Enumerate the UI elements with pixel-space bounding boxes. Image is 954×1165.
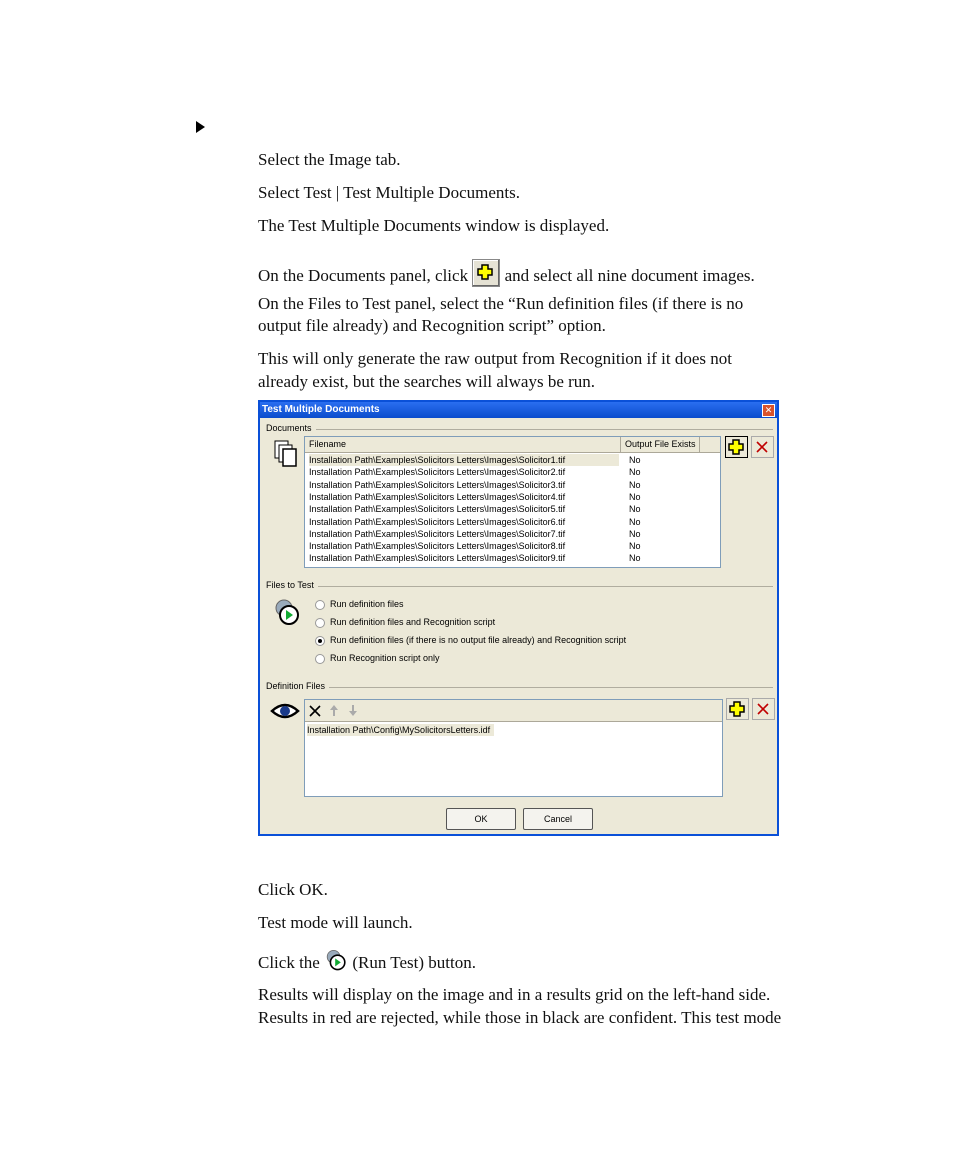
close-button[interactable]: ✕ bbox=[762, 404, 775, 417]
option-radio[interactable] bbox=[315, 600, 325, 610]
documents-list[interactable]: Filename Output File Exists Installation… bbox=[304, 436, 721, 568]
option-radio[interactable] bbox=[315, 654, 325, 664]
add-button-image bbox=[472, 259, 501, 287]
procedure-arrow-icon bbox=[196, 121, 205, 133]
delete-icon bbox=[756, 441, 768, 453]
column-output-file-exists[interactable]: Output File Exists bbox=[621, 437, 700, 452]
output-exists-cell: No bbox=[629, 491, 641, 502]
list-header: Filename Output File Exists bbox=[305, 437, 720, 453]
step-text: The Test Multiple Documents window is di… bbox=[258, 216, 610, 235]
documents-group: Documents bbox=[266, 423, 773, 433]
files-to-test-label: Files to Test bbox=[266, 580, 318, 590]
add-definition-button[interactable] bbox=[726, 698, 749, 720]
filename-cell: Installation Path\Examples\Solicitors Le… bbox=[309, 516, 566, 527]
step-text: Select the Image tab. bbox=[258, 150, 401, 169]
step-text: output file already) and Recognition scr… bbox=[258, 316, 606, 335]
output-exists-cell: No bbox=[629, 516, 641, 527]
run-test-icon bbox=[275, 599, 299, 625]
option-label[interactable]: Run definition files (if there is no out… bbox=[330, 635, 626, 645]
documents-label: Documents bbox=[266, 423, 316, 433]
step-text-part: On the Documents panel, click bbox=[258, 266, 469, 285]
output-exists-cell: No bbox=[629, 504, 641, 515]
table-row[interactable]: Installation Path\Examples\Solicitors Le… bbox=[309, 516, 641, 528]
step-text: Results will display on the image and in… bbox=[258, 985, 771, 1004]
step-text-part: Click the bbox=[258, 953, 320, 972]
documents-icon bbox=[274, 440, 297, 467]
step-text: Click OK. bbox=[258, 880, 328, 899]
step-text-part: and select all nine document images. bbox=[504, 266, 755, 285]
document-page: Select the Image tab. Select Test | Test… bbox=[0, 0, 954, 1165]
remove-definition-button[interactable] bbox=[752, 698, 775, 720]
dialog-title: Test Multiple Documents bbox=[260, 402, 777, 418]
run-test-icon bbox=[326, 950, 346, 971]
filename-cell: Installation Path\Examples\Solicitors Le… bbox=[309, 528, 566, 539]
delete-icon bbox=[757, 703, 769, 715]
plus-icon bbox=[477, 264, 494, 280]
move-up-icon[interactable] bbox=[329, 704, 339, 717]
step-text-part: (Run Test) button. bbox=[352, 953, 476, 972]
option-radio[interactable] bbox=[315, 636, 325, 646]
table-row[interactable]: Installation Path\Examples\Solicitors Le… bbox=[309, 454, 641, 466]
option-label[interactable]: Run definition files bbox=[330, 599, 404, 609]
output-exists-cell: No bbox=[629, 528, 641, 539]
output-exists-cell: No bbox=[629, 479, 641, 490]
output-exists-cell: No bbox=[629, 541, 641, 552]
plus-icon bbox=[729, 701, 745, 717]
output-exists-cell: No bbox=[629, 467, 641, 478]
filename-cell: Installation Path\Examples\Solicitors Le… bbox=[309, 479, 566, 490]
definition-toolbar bbox=[305, 700, 722, 722]
option-label[interactable]: Run Recognition script only bbox=[330, 653, 440, 663]
step-text: On the Files to Test panel, select the “… bbox=[258, 294, 744, 313]
table-row[interactable]: Installation Path\Examples\Solicitors Le… bbox=[309, 503, 641, 515]
step-text: On the Documents panel, click and select… bbox=[258, 259, 755, 287]
move-down-icon[interactable] bbox=[348, 704, 358, 717]
step-text: This will only generate the raw output f… bbox=[258, 349, 733, 368]
filename-cell: Installation Path\Examples\Solicitors Le… bbox=[309, 491, 566, 502]
remove-document-button[interactable] bbox=[751, 436, 774, 458]
cancel-button[interactable]: Cancel bbox=[523, 808, 593, 830]
step-text: Results in red are rejected, while those… bbox=[258, 1008, 782, 1027]
table-row[interactable]: Installation Path\Examples\Solicitors Le… bbox=[309, 466, 641, 478]
add-document-button[interactable] bbox=[725, 436, 748, 458]
eye-icon bbox=[270, 703, 300, 719]
remove-icon[interactable] bbox=[309, 705, 321, 717]
plus-icon bbox=[728, 439, 744, 455]
step-text: Click the (Run Test) button. bbox=[258, 948, 476, 974]
column-filename[interactable]: Filename bbox=[305, 437, 621, 452]
step-text: Select Test | Test Multiple Documents. bbox=[258, 183, 520, 202]
output-exists-cell: No bbox=[629, 455, 641, 465]
table-row[interactable]: Installation Path\Examples\Solicitors Le… bbox=[309, 540, 641, 552]
option-label[interactable]: Run definition files and Recognition scr… bbox=[330, 617, 495, 627]
filename-cell: Installation Path\Examples\Solicitors Le… bbox=[309, 553, 566, 564]
definition-files-list[interactable]: Installation Path\Config\MySolicitorsLet… bbox=[304, 699, 723, 797]
definition-file-item[interactable]: Installation Path\Config\MySolicitorsLet… bbox=[307, 724, 495, 736]
table-row[interactable]: Installation Path\Examples\Solicitors Le… bbox=[309, 552, 641, 564]
definition-files-group: Definition Files bbox=[266, 681, 773, 691]
option-radio[interactable] bbox=[315, 618, 325, 628]
filename-cell: Installation Path\Examples\Solicitors Le… bbox=[309, 541, 566, 552]
files-to-test-group: Files to Test bbox=[266, 580, 773, 590]
table-row[interactable]: Installation Path\Examples\Solicitors Le… bbox=[309, 479, 641, 491]
output-exists-cell: No bbox=[629, 553, 641, 564]
filename-cell: Installation Path\Examples\Solicitors Le… bbox=[309, 504, 566, 515]
table-row[interactable]: Installation Path\Examples\Solicitors Le… bbox=[309, 528, 641, 540]
test-multiple-documents-dialog: Test Multiple Documents ✕ Documents File… bbox=[258, 400, 779, 836]
table-row[interactable]: Installation Path\Examples\Solicitors Le… bbox=[309, 491, 641, 503]
step-text: Test mode will launch. bbox=[258, 913, 413, 932]
filename-cell: Installation Path\Examples\Solicitors Le… bbox=[309, 467, 566, 478]
definition-files-label: Definition Files bbox=[266, 681, 330, 691]
ok-button[interactable]: OK bbox=[446, 808, 516, 830]
step-text: already exist, but the searches will alw… bbox=[258, 372, 596, 391]
filename-cell: Installation Path\Examples\Solicitors Le… bbox=[309, 455, 566, 465]
